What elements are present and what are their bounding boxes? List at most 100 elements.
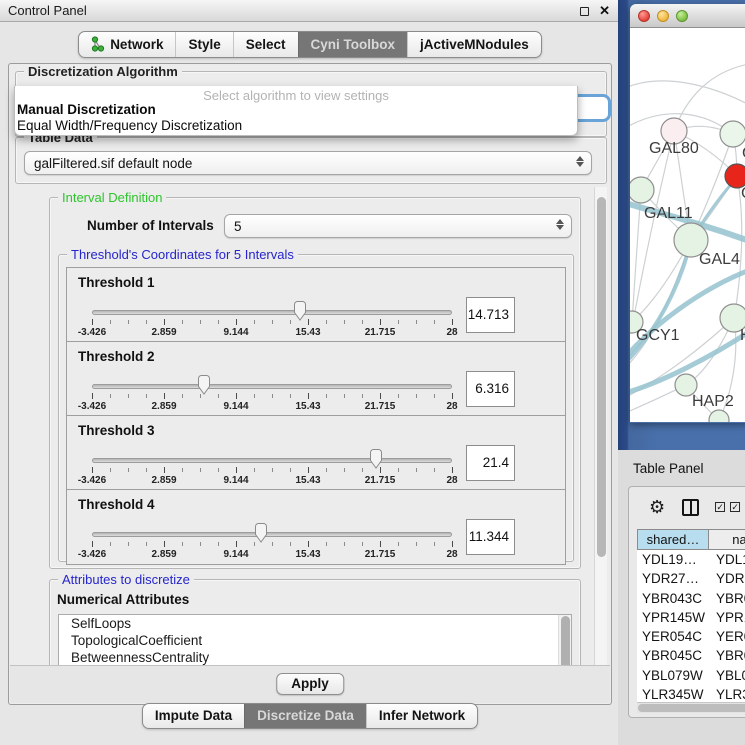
slider-tick [326,542,327,546]
slider-tick [128,542,129,546]
tab-discretize-data[interactable]: Discretize Data [244,704,366,728]
slider-tick [308,541,309,547]
network-node[interactable] [709,410,729,422]
threshold-slider-track[interactable] [92,458,452,463]
tab-impute-data[interactable]: Impute Data [143,704,244,728]
slider-tick-label: -3.426 [78,401,106,412]
table-row[interactable]: YBL079WYBL0 [637,666,745,685]
network-node-label: H [740,327,745,344]
threshold-slider-thumb[interactable] [196,375,212,395]
attribute-list-item[interactable]: SelfLoops [59,615,571,632]
tab-infer-network[interactable]: Infer Network [366,704,477,728]
tab-jactivemnodules[interactable]: jActiveMNodules [407,32,541,57]
threshold-label: Threshold 1 [78,275,155,290]
numerical-attributes-list[interactable]: SelfLoopsTopologicalCoefficientBetweenne… [58,614,572,667]
close-icon[interactable]: ✕ [599,0,610,22]
slider-tick [200,542,201,546]
number-of-intervals-combobox[interactable]: 5 [224,214,572,238]
interval-definition-group: Interval Definition Number of Intervals … [49,197,581,569]
slider-tick-label: 2.859 [151,327,176,338]
slider-tick [398,394,399,398]
node-attribute-table[interactable]: shared…na YDL19…YDL1YDR27…YDR2YBR043CYBR… [637,529,745,708]
network-node[interactable] [630,177,654,203]
gear-icon[interactable]: ⚙ [649,497,665,518]
threshold-slider-thumb[interactable] [292,301,308,321]
table-row[interactable]: YER054CYER0 [637,627,745,646]
network-node-label: HAP2 [692,393,734,410]
checkbox-checked-icon[interactable]: ✓ [715,502,725,512]
slider-tick-label: 9.144 [223,475,248,486]
attribute-list-item[interactable]: TopologicalCoefficient [59,632,571,649]
table-row[interactable]: YBR045CYBR0 [637,646,745,665]
slider-tick [110,394,111,398]
algorithm-option-equal-width[interactable]: Equal Width/Frequency Discretization [15,118,577,134]
discretization-algorithm-group-title: Discretization Algorithm [24,64,182,79]
threshold-slider-thumb[interactable] [368,449,384,469]
slider-tick [308,393,309,399]
slider-tick [398,320,399,324]
slider-tick [128,394,129,398]
slider-tick [164,319,165,325]
tab-label: Discretize Data [257,708,354,723]
network-node-label: GAL4 [699,251,740,268]
zoom-traffic-light-icon[interactable] [676,10,688,22]
table-cell: YPR145W [637,608,709,627]
tab-label: Select [246,37,286,52]
slider-tick [380,319,381,325]
slider-tick-label: 28 [446,401,457,412]
threshold-slider-track[interactable] [92,532,452,537]
column-split-icon[interactable] [682,499,699,516]
slider-tick [326,320,327,324]
tab-network[interactable]: Network [79,32,175,57]
network-window-titlebar[interactable] [630,4,745,28]
table-row[interactable]: YDR27…YDR2 [637,569,745,588]
threshold-slider-track[interactable] [92,310,452,315]
close-traffic-light-icon[interactable] [638,10,650,22]
table-column-header[interactable]: shared… [637,529,709,550]
table-horizontal-scrollbar[interactable] [637,702,745,713]
network-canvas[interactable]: GAL80GCGAL11GAL4GCY1HHAP2 [630,28,745,422]
float-window-icon[interactable] [580,7,589,16]
slider-tick [272,468,273,472]
slider-tick-label: 2.859 [151,401,176,412]
threshold-slider-thumb[interactable] [253,523,269,543]
table-column-header[interactable]: na [709,529,745,550]
slider-tick [92,319,93,325]
tab-label: Cyni Toolbox [311,37,396,52]
settings-scrollbar[interactable] [594,187,607,667]
bottom-tab-bar: Impute Data Discretize Data Infer Network [0,703,620,729]
tab-label: Infer Network [379,708,465,723]
threshold-value-field[interactable]: 14.713 [466,297,515,333]
table-data-combobox[interactable]: galFiltered.sif default node [24,151,592,175]
attribute-list-item[interactable]: BetweennessCentrality [59,649,571,666]
attributes-list-scrollbar[interactable] [558,615,571,667]
tab-select[interactable]: Select [233,32,298,57]
slider-tick [362,542,363,546]
threshold-value-field[interactable]: 21.4 [466,445,515,481]
threshold-value-field[interactable]: 6.316 [466,371,515,407]
checkbox-checked-icon[interactable]: ✓ [730,502,740,512]
attributes-group-title: Attributes to discretize [58,572,194,587]
tab-cyni-toolbox[interactable]: Cyni Toolbox [298,32,408,57]
algorithm-dropdown-hint: Select algorithm to view settings [15,86,577,102]
table-row[interactable]: YPR145WYPR1 [637,608,745,627]
slider-tick [218,468,219,472]
slider-tick-label: -3.426 [78,475,106,486]
slider-tick [128,320,129,324]
threshold-value-field[interactable]: 11.344 [466,519,515,555]
slider-tick [344,394,345,398]
slider-tick [452,393,453,399]
tab-style[interactable]: Style [175,32,232,57]
table-row[interactable]: YBR043CYBR0 [637,589,745,608]
table-cell: YPR1 [709,608,745,627]
slider-tick [236,319,237,325]
slider-tick-label: 9.144 [223,401,248,412]
apply-button[interactable]: Apply [276,673,344,695]
algorithm-option-manual[interactable]: Manual Discretization [15,102,577,118]
network-node[interactable] [720,121,745,147]
table-cell: YBR0 [709,589,745,608]
threshold-slider-track[interactable] [92,384,452,389]
table-row[interactable]: YDL19…YDL1 [637,550,745,569]
threshold-panel-4: Threshold 4-3.4262.8599.14415.4321.71528… [66,489,566,565]
minimize-traffic-light-icon[interactable] [657,10,669,22]
